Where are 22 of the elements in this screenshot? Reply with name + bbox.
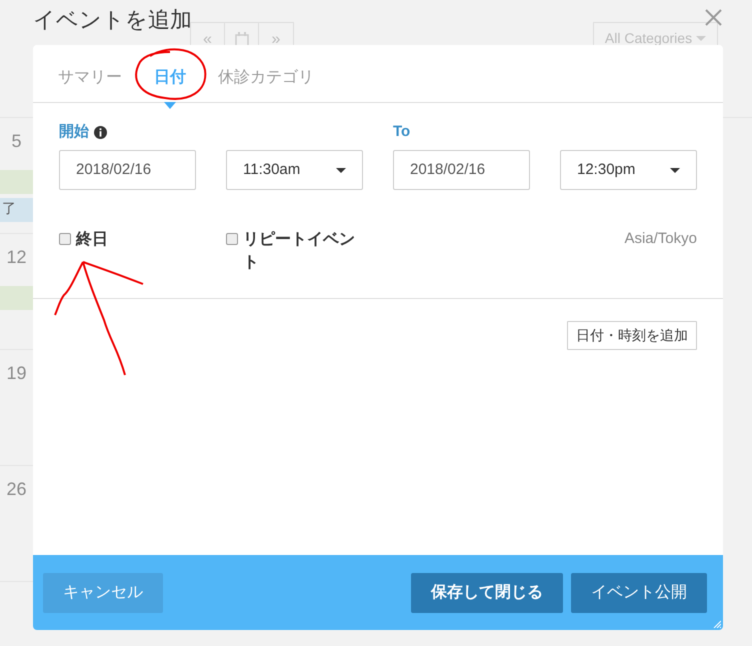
time-dropdown[interactable]: 11:30am: [226, 150, 363, 190]
tab[interactable]: 休診カテゴリ: [218, 66, 314, 90]
field-label: To: [393, 122, 410, 142]
date-field[interactable]: 2018/02/16: [59, 150, 196, 190]
checkbox-label: 終日: [76, 230, 108, 250]
day-number: 12: [5, 246, 28, 269]
tab[interactable]: サマリー: [58, 66, 122, 90]
timezone-label: Asia/Tokyo: [624, 229, 697, 249]
dialog-title: イベントを追加: [33, 6, 192, 34]
time-dropdown[interactable]: 12:30pm: [560, 150, 697, 190]
day-number: 5: [10, 130, 22, 153]
cancel-button[interactable]: キャンセル: [43, 572, 163, 612]
tab[interactable]: 日付: [154, 66, 186, 90]
add-date-button[interactable]: 日付・時刻を追加: [567, 321, 697, 350]
day-number: 26: [5, 478, 28, 501]
checkbox-label: リピートイベント: [243, 230, 356, 274]
action-button[interactable]: イベント公開: [571, 572, 707, 612]
day-number: 19: [5, 362, 28, 385]
field-label: 開始: [59, 122, 89, 142]
action-button[interactable]: 保存して閉じる: [411, 572, 563, 612]
date-field[interactable]: 2018/02/16: [393, 150, 530, 190]
event-bar: 了: [0, 198, 33, 222]
